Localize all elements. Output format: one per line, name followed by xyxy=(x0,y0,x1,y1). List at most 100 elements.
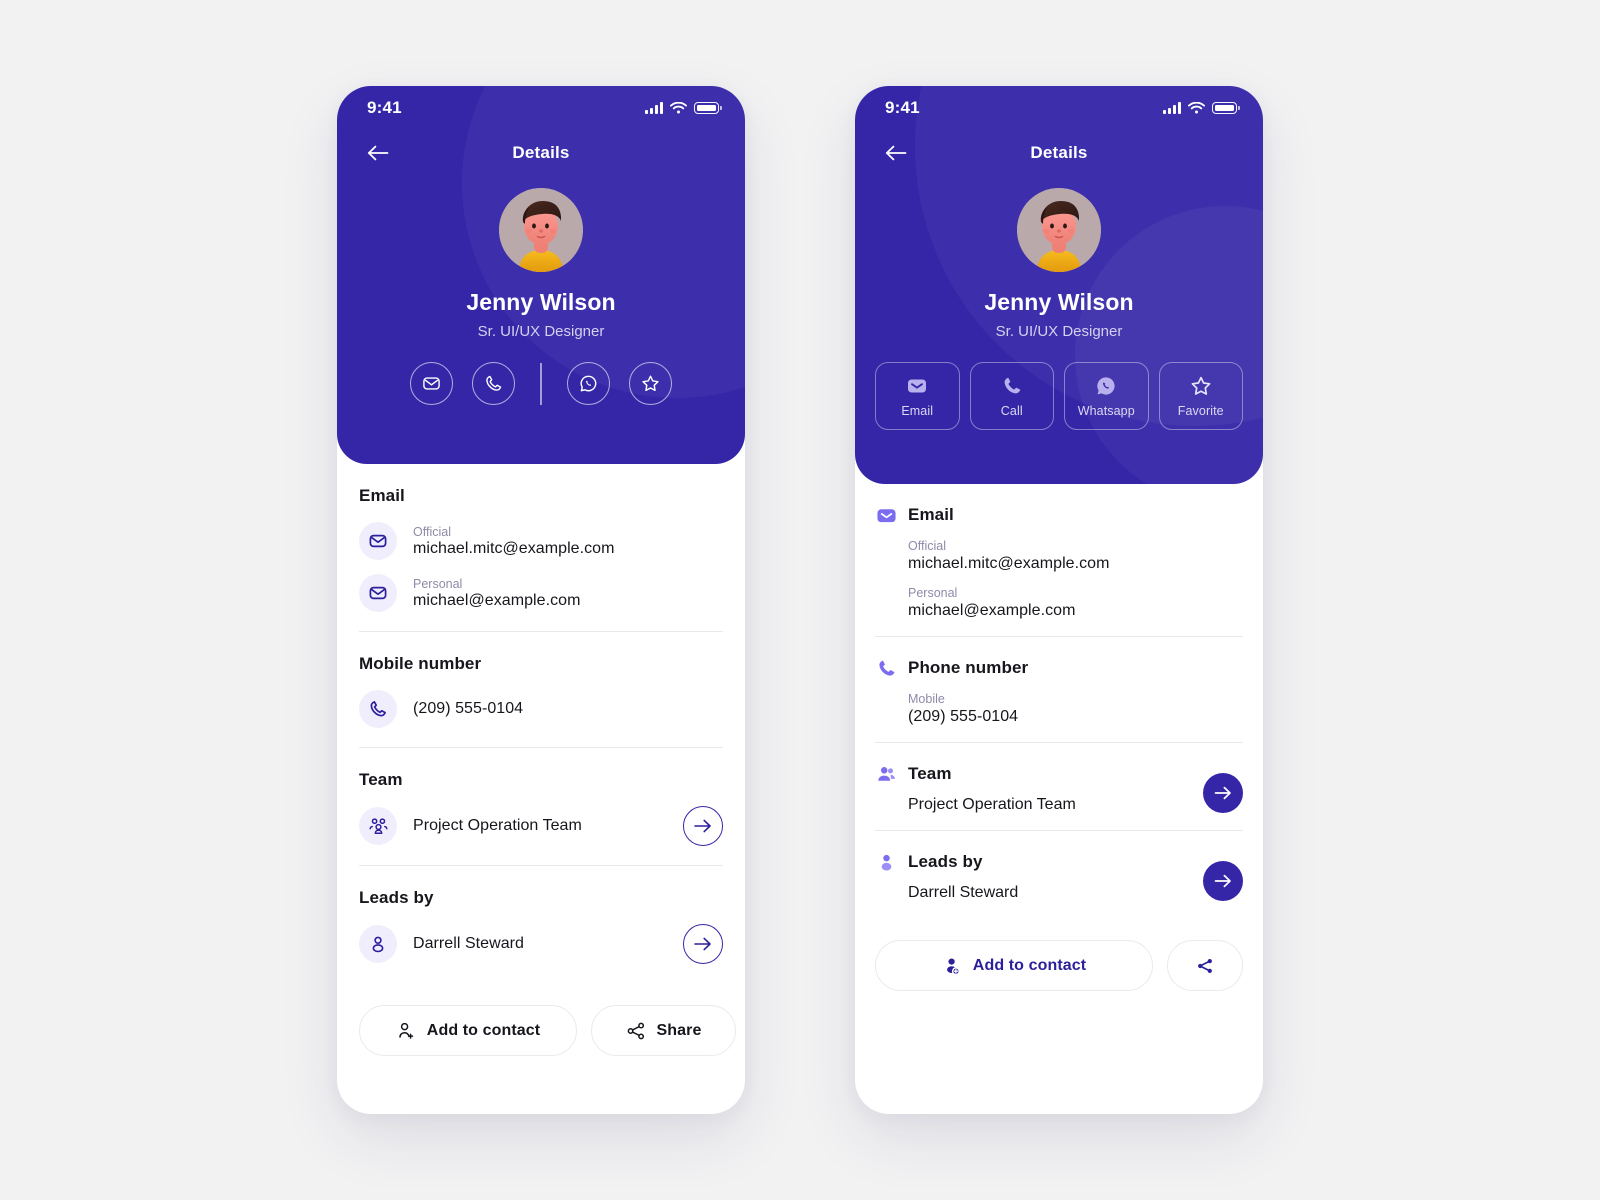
leads-by-detail-button[interactable] xyxy=(1203,861,1243,901)
share-button[interactable]: Share xyxy=(591,1005,736,1056)
leads-by-detail-button[interactable] xyxy=(683,924,723,964)
status-bar: 9:41 xyxy=(337,86,745,130)
battery-icon xyxy=(694,102,722,114)
row-value: michael.mitc@example.com xyxy=(413,539,615,557)
field-value: michael@example.com xyxy=(908,602,1076,619)
row-kicker: Official xyxy=(413,524,451,539)
share-icon xyxy=(627,1022,644,1039)
field-kicker: Personal xyxy=(908,586,958,600)
tile-label: Call xyxy=(1000,403,1023,418)
phone-field-mobile[interactable]: Mobile (209) 555-0104 xyxy=(875,692,1243,726)
phone-icon xyxy=(486,375,502,391)
row-kicker: Personal xyxy=(413,576,463,591)
avatar xyxy=(1017,188,1101,272)
signal-bars-icon xyxy=(645,102,663,114)
whatsapp-action-button[interactable] xyxy=(566,362,610,405)
team-icon xyxy=(369,817,387,834)
email-action-button[interactable] xyxy=(410,362,454,405)
add-to-contact-button[interactable]: Add to contact xyxy=(875,940,1153,991)
email-icon-badge xyxy=(359,574,397,612)
section-team: Team Project Operation Team xyxy=(359,748,723,865)
add-to-contact-label: Add to contact xyxy=(426,1021,541,1039)
email-icon xyxy=(875,504,897,526)
add-person-icon xyxy=(946,958,960,975)
details-body-b: Email Official michael.mitc@example.com … xyxy=(855,484,1263,991)
team-detail-button[interactable] xyxy=(683,806,723,846)
profile-hero-a: 9:41 Details Jenny Wilson Sr. UI/UX Desi… xyxy=(337,86,745,464)
phone-icon xyxy=(875,657,897,679)
quick-actions-a xyxy=(337,362,745,405)
field-value: (209) 555-0104 xyxy=(908,708,1019,725)
phone-row[interactable]: (209) 555-0104 xyxy=(359,680,723,732)
person-icon xyxy=(875,851,897,873)
avatar-3d-illustration xyxy=(499,188,583,272)
team-icon-badge xyxy=(359,807,397,845)
row-value: Project Operation Team xyxy=(413,817,582,834)
favorite-action-tile[interactable]: Favorite xyxy=(1158,362,1243,430)
wifi-icon xyxy=(1188,102,1205,114)
leads-by-value: Darrell Steward xyxy=(908,884,1019,901)
email-row-personal[interactable]: Personal michael@example.com xyxy=(359,564,723,616)
team-row[interactable]: Project Operation Team xyxy=(359,796,723,850)
share-icon xyxy=(1198,958,1212,973)
contact-name: Jenny Wilson xyxy=(984,289,1134,315)
section-title: Team xyxy=(359,770,403,789)
section-header: Team xyxy=(875,763,1243,785)
section-header: Phone number xyxy=(875,657,1243,679)
row-value: michael@example.com xyxy=(413,591,581,609)
section-phone-number: Phone number Mobile (209) 555-0104 xyxy=(875,637,1243,742)
email-icon xyxy=(908,379,927,392)
share-button[interactable] xyxy=(1167,940,1243,991)
leads-by-row[interactable]: Darrell Steward xyxy=(359,914,723,968)
add-to-contact-label: Add to contact xyxy=(972,956,1087,974)
wifi-icon xyxy=(670,102,687,114)
field-kicker: Mobile xyxy=(908,692,945,706)
field-value: michael.mitc@example.com xyxy=(908,555,1110,572)
contact-name: Jenny Wilson xyxy=(466,289,616,315)
email-field-official[interactable]: Official michael.mitc@example.com xyxy=(875,539,1243,573)
profile-hero-b: 9:41 Details Jenny Wilson Sr. UI/UX Desi… xyxy=(855,86,1263,484)
quick-actions-b: Email Call Whatsapp Favorite xyxy=(855,362,1263,430)
email-icon-badge xyxy=(359,522,397,560)
profile-block-a: Jenny Wilson Sr. UI/UX Designer xyxy=(337,176,745,340)
status-indicators xyxy=(645,102,722,114)
row-value: Darrell Steward xyxy=(413,935,525,952)
screens-stage: 9:41 Details Jenny Wilson Sr. UI/UX Desi… xyxy=(0,0,1600,1200)
email-row-official[interactable]: Official michael.mitc@example.com xyxy=(359,512,723,564)
phone-screen-b: 9:41 Details Jenny Wilson Sr. UI/UX Desi… xyxy=(855,86,1263,1114)
email-action-tile[interactable]: Email xyxy=(875,362,960,430)
footer-actions-b: Add to contact xyxy=(875,918,1243,991)
section-header: Email xyxy=(875,504,1243,526)
arrow-right-icon xyxy=(694,937,711,951)
star-icon xyxy=(1191,376,1211,395)
whatsapp-action-tile[interactable]: Whatsapp xyxy=(1064,362,1149,430)
profile-block-b: Jenny Wilson Sr. UI/UX Designer xyxy=(855,176,1263,340)
status-time: 9:41 xyxy=(367,98,402,117)
row-value: (209) 555-0104 xyxy=(413,700,524,717)
section-team: Team Project Operation Team xyxy=(875,743,1243,830)
section-title: Email xyxy=(359,486,405,505)
section-title: Mobile number xyxy=(359,654,482,673)
tile-label: Favorite xyxy=(1177,403,1224,418)
section-leads-by: Leads by Darrell Steward xyxy=(359,866,723,983)
call-action-tile[interactable]: Call xyxy=(969,362,1054,430)
whatsapp-icon xyxy=(1097,376,1115,395)
page-title: Details xyxy=(1030,143,1088,162)
arrow-right-icon xyxy=(1214,786,1231,800)
avatar xyxy=(499,188,583,272)
nav-bar-a: Details xyxy=(337,130,745,176)
contact-role: Sr. UI/UX Designer xyxy=(477,323,605,340)
team-icon xyxy=(875,763,897,785)
section-title: Leads by xyxy=(908,852,983,871)
details-body-a: Email Official michael.mitc@example.com xyxy=(337,464,745,1056)
team-detail-button[interactable] xyxy=(1203,773,1243,813)
phone-icon xyxy=(1004,377,1021,393)
favorite-action-button[interactable] xyxy=(628,362,672,405)
avatar-3d-illustration xyxy=(1017,188,1101,272)
add-to-contact-button[interactable]: Add to contact xyxy=(359,1005,577,1056)
contact-role: Sr. UI/UX Designer xyxy=(995,323,1123,340)
email-field-personal[interactable]: Personal michael@example.com xyxy=(875,586,1243,620)
section-leads-by: Leads by Darrell Steward xyxy=(875,831,1243,918)
call-action-button[interactable] xyxy=(472,362,516,405)
phone-screen-a: 9:41 Details Jenny Wilson Sr. UI/UX Desi… xyxy=(337,86,745,1114)
